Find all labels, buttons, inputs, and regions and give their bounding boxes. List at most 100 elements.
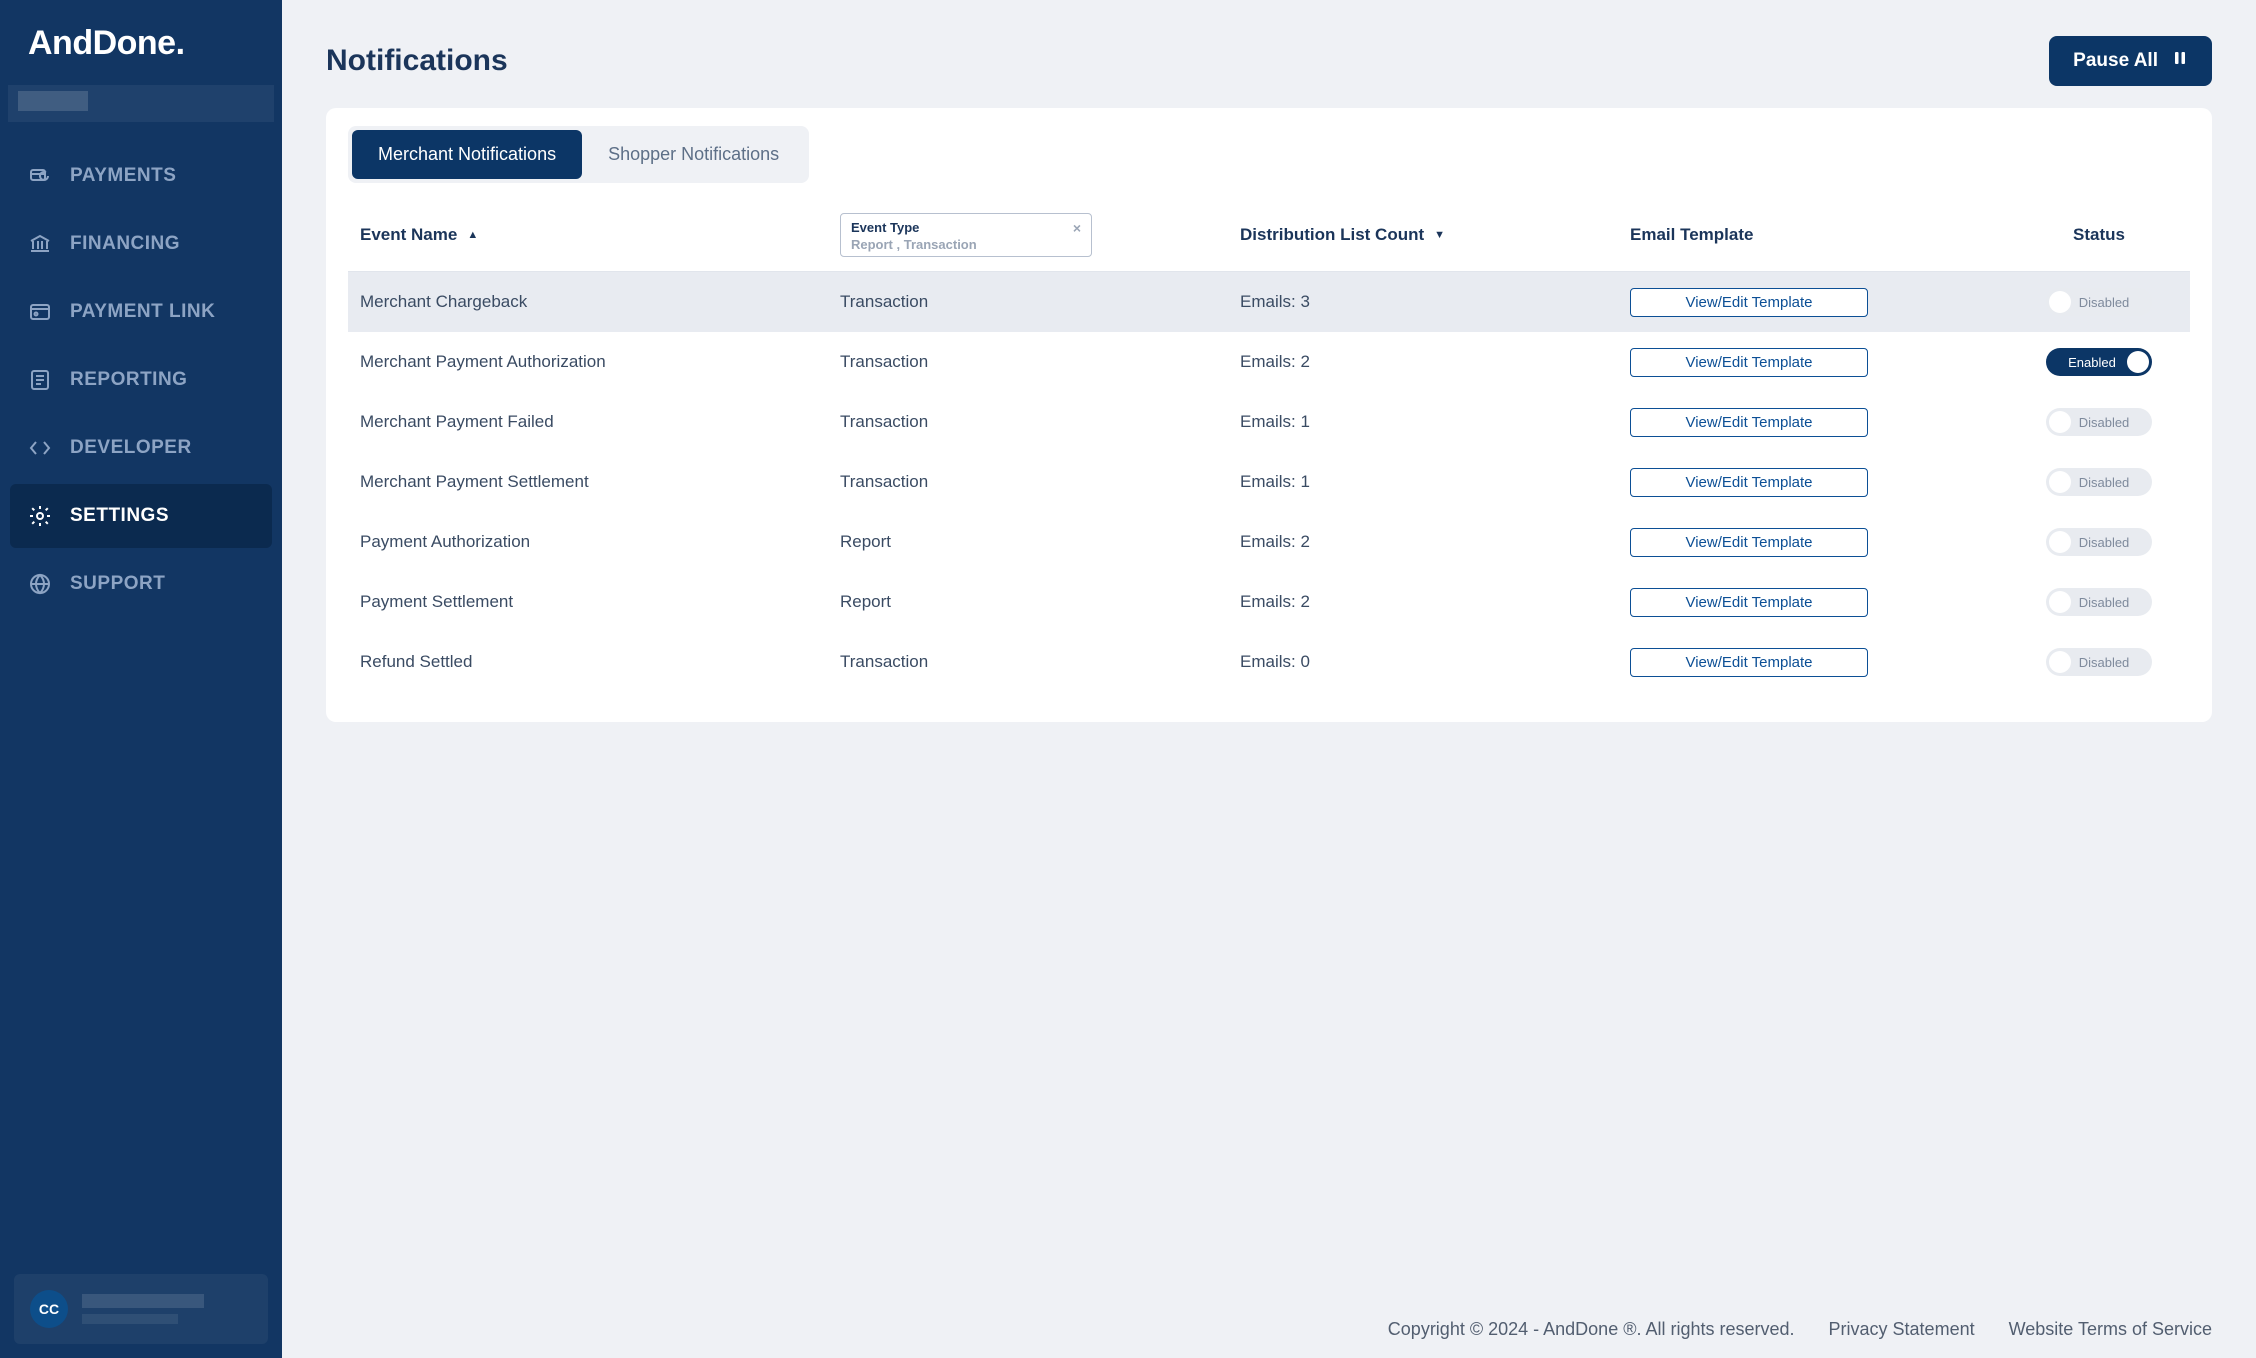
sidebar-item-label: REPORTING (70, 369, 187, 391)
bank-icon (28, 232, 52, 256)
cell-dist-count: Emails: 2 (1240, 592, 1630, 612)
gear-icon (28, 504, 52, 528)
sidebar-item-label: PAYMENTS (70, 165, 176, 187)
report-icon (28, 368, 52, 392)
status-toggle[interactable]: Disabled (2046, 528, 2152, 556)
cell-dist-count: Emails: 1 (1240, 412, 1630, 432)
cell-event-name: Payment Settlement (360, 592, 840, 612)
cell-dist-count: Emails: 1 (1240, 472, 1630, 492)
code-icon (28, 436, 52, 460)
sidebar-item-label: FINANCING (70, 233, 180, 255)
tabs: Merchant NotificationsShopper Notificati… (348, 126, 809, 183)
sidebar-item-developer[interactable]: DEVELOPER (0, 416, 282, 480)
toggle-knob (2049, 291, 2071, 313)
view-edit-template-button[interactable]: View/Edit Template (1630, 588, 1868, 617)
toggle-label: Disabled (2079, 475, 2130, 490)
toggle-label: Disabled (2079, 655, 2130, 670)
col-event-type[interactable]: Event Type Report , Transaction × (840, 213, 1240, 257)
status-toggle[interactable]: Disabled (2046, 468, 2152, 496)
event-type-filter[interactable]: Event Type Report , Transaction × (840, 213, 1092, 257)
cell-event-type: Transaction (840, 292, 1240, 312)
cell-email-template: View/Edit Template (1630, 468, 2020, 497)
table-body: Merchant ChargebackTransactionEmails: 3V… (348, 272, 2190, 692)
sidebar-item-reporting[interactable]: REPORTING (0, 348, 282, 412)
view-edit-template-button[interactable]: View/Edit Template (1630, 408, 1868, 437)
status-toggle[interactable]: Disabled (2046, 648, 2152, 676)
tab-shopper-notifications[interactable]: Shopper Notifications (582, 130, 805, 179)
sort-asc-icon: ▲ (467, 229, 478, 241)
sidebar-item-financing[interactable]: FINANCING (0, 212, 282, 276)
status-toggle[interactable]: Disabled (2046, 408, 2152, 436)
cell-email-template: View/Edit Template (1630, 288, 2020, 317)
main-content: Notifications Pause All Merchant Notific… (282, 0, 2256, 1358)
cell-event-type: Transaction (840, 412, 1240, 432)
cell-event-name: Refund Settled (360, 652, 840, 672)
card-sync-icon (28, 164, 52, 188)
col-dist-count[interactable]: Distribution List Count ▼ (1240, 225, 1630, 245)
terms-link[interactable]: Website Terms of Service (2009, 1319, 2212, 1340)
toggle-knob (2127, 351, 2149, 373)
avatar: CC (30, 1290, 68, 1328)
tab-merchant-notifications[interactable]: Merchant Notifications (352, 130, 582, 179)
table-row: Refund SettledTransactionEmails: 0View/E… (348, 632, 2190, 692)
cell-email-template: View/Edit Template (1630, 648, 2020, 677)
view-edit-template-button[interactable]: View/Edit Template (1630, 288, 1868, 317)
cell-event-name: Merchant Chargeback (360, 292, 840, 312)
table-row: Payment SettlementReportEmails: 2View/Ed… (348, 572, 2190, 632)
view-edit-template-button[interactable]: View/Edit Template (1630, 468, 1868, 497)
pause-all-button[interactable]: Pause All (2049, 36, 2212, 86)
status-toggle[interactable]: Enabled (2046, 348, 2152, 376)
status-toggle[interactable]: Disabled (2046, 588, 2152, 616)
toggle-knob (2049, 651, 2071, 673)
table-header: Event Name ▲ Event Type Report , Transac… (348, 213, 2190, 272)
cell-status: Disabled (2020, 468, 2178, 496)
toggle-knob (2049, 531, 2071, 553)
brand-logo: AndDone. (0, 0, 282, 81)
table-row: Merchant Payment SettlementTransactionEm… (348, 452, 2190, 512)
cell-status: Disabled (2020, 408, 2178, 436)
sidebar-item-settings[interactable]: SETTINGS (10, 484, 272, 548)
privacy-link[interactable]: Privacy Statement (1829, 1319, 1975, 1340)
sidebar-item-payment-link[interactable]: PAYMENT LINK (0, 280, 282, 344)
sidebar-item-label: SETTINGS (70, 505, 169, 527)
toggle-label: Disabled (2079, 535, 2130, 550)
toggle-label: Enabled (2068, 355, 2116, 370)
view-edit-template-button[interactable]: View/Edit Template (1630, 648, 1868, 677)
col-event-name[interactable]: Event Name ▲ (360, 225, 840, 245)
cell-email-template: View/Edit Template (1630, 588, 2020, 617)
cell-event-type: Report (840, 532, 1240, 552)
cell-dist-count: Emails: 2 (1240, 532, 1630, 552)
cell-email-template: View/Edit Template (1630, 348, 2020, 377)
sidebar-item-support[interactable]: SUPPORT (0, 552, 282, 616)
view-edit-template-button[interactable]: View/Edit Template (1630, 528, 1868, 557)
cell-event-name: Payment Authorization (360, 532, 840, 552)
page-header: Notifications Pause All (282, 0, 2256, 108)
notifications-panel: Merchant NotificationsShopper Notificati… (326, 108, 2212, 722)
status-toggle[interactable]: Disabled (2046, 288, 2152, 316)
sidebar-item-payments[interactable]: PAYMENTS (0, 144, 282, 208)
toggle-label: Disabled (2079, 295, 2130, 310)
sidebar-nav: PAYMENTS FINANCING PAYMENT LINK REPORTING DE… (0, 144, 282, 1260)
sidebar-item-label: PAYMENT LINK (70, 301, 215, 323)
cell-status: Disabled (2020, 288, 2178, 316)
clear-filter-icon[interactable]: × (1073, 220, 1081, 236)
footer: Copyright © 2024 - AndDone ®. All rights… (282, 1301, 2256, 1358)
pause-all-label: Pause All (2073, 50, 2158, 72)
cell-event-name: Merchant Payment Settlement (360, 472, 840, 492)
table-row: Merchant ChargebackTransactionEmails: 3V… (348, 272, 2190, 332)
cell-dist-count: Emails: 3 (1240, 292, 1630, 312)
sidebar-item-label: SUPPORT (70, 573, 165, 595)
user-card[interactable]: CC (14, 1274, 268, 1344)
sidebar: AndDone. PAYMENTS FINANCING PAYMENT LINK RE… (0, 0, 282, 1358)
page-title: Notifications (326, 44, 508, 78)
merchant-selector[interactable] (8, 85, 274, 122)
view-edit-template-button[interactable]: View/Edit Template (1630, 348, 1868, 377)
col-status: Status (2020, 225, 2178, 245)
sidebar-item-label: DEVELOPER (70, 437, 192, 459)
cell-dist-count: Emails: 2 (1240, 352, 1630, 372)
toggle-label: Disabled (2079, 595, 2130, 610)
cell-status: Disabled (2020, 528, 2178, 556)
cell-event-type: Report (840, 592, 1240, 612)
cell-event-type: Transaction (840, 472, 1240, 492)
toggle-knob (2049, 471, 2071, 493)
